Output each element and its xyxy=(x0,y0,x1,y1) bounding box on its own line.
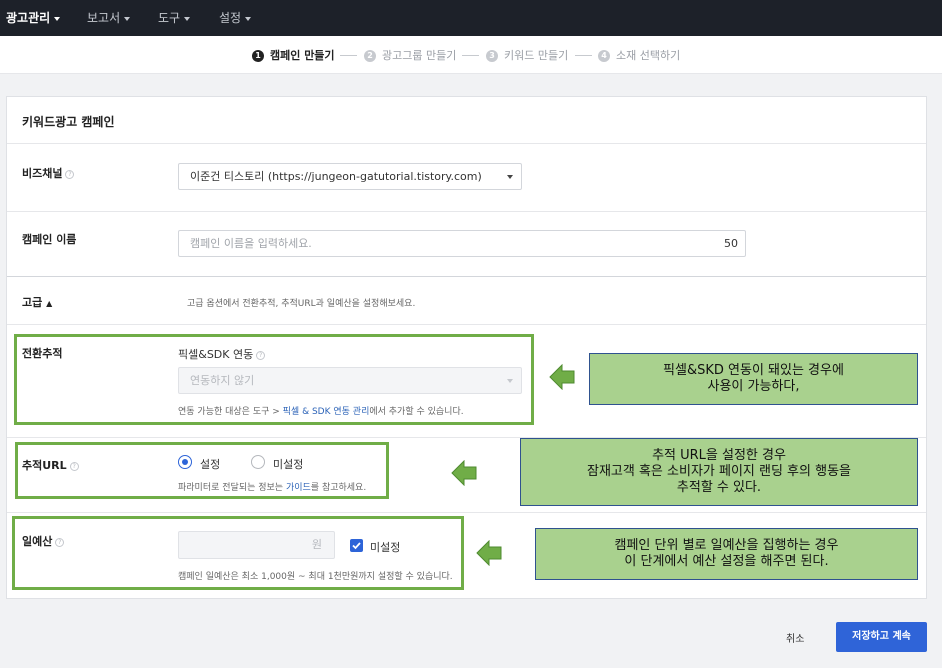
campaign-name-placeholder: 캠페인 이름을 입력하세요. xyxy=(190,237,312,250)
tracking-url-radio-unset-label[interactable]: 미설정 xyxy=(273,456,303,472)
callout-line: 추적 URL을 설정한 경우 xyxy=(652,448,786,463)
campaign-name-label: 캠페인 이름 xyxy=(22,233,77,246)
daily-budget-unset-checkbox[interactable] xyxy=(350,539,363,552)
nav-item-label: 보고서 xyxy=(87,11,121,25)
nav-item-label: 광고관리 xyxy=(6,11,51,25)
hint-text: 에서 추가할 수 있습니다. xyxy=(369,407,464,417)
divider xyxy=(7,276,926,277)
step-number-badge: 4 xyxy=(598,50,610,62)
callout-line: 잠재고객 혹은 소비자가 페이지 랜딩 후의 행동을 xyxy=(587,464,851,479)
step-create-campaign: 1 캠페인 만들기 xyxy=(252,47,335,63)
hint-text: 연동 가능한 대상은 도구 > xyxy=(178,407,283,417)
biz-channel-select[interactable]: 이준건 티스토리 (https://jungeon-gatutorial.tis… xyxy=(178,163,522,190)
arrow-left-icon xyxy=(476,540,502,566)
step-separator xyxy=(462,55,479,56)
daily-budget-hint: 캠페인 일예산은 최소 1,000원 ~ 최대 1천만원까지 설정할 수 있습니… xyxy=(178,572,453,582)
biz-channel-label: 비즈채널? xyxy=(22,165,75,181)
biz-channel-selected-value: 이준건 티스토리 (https://jungeon-gatutorial.tis… xyxy=(190,170,482,183)
nav-item-settings[interactable]: 설정 xyxy=(219,0,252,36)
tracking-url-label: 추적URL? xyxy=(22,457,79,473)
step-create-adgroup: 2 광고그룹 만들기 xyxy=(364,47,456,63)
chevron-down-icon xyxy=(54,16,61,21)
tracking-url-radio-unset[interactable] xyxy=(251,455,265,469)
cancel-button[interactable]: 취소 xyxy=(786,630,804,645)
char-counter: 50 xyxy=(724,237,738,250)
step-number-badge: 1 xyxy=(252,50,264,62)
step-label: 캠페인 만들기 xyxy=(270,49,335,62)
divider xyxy=(7,324,926,325)
campaign-form-card: 키워드광고 캠페인 비즈채널? 이준건 티스토리 (https://jungeo… xyxy=(6,96,927,599)
callout-line: 캠페인 단위 별로 일예산을 집행하는 경우 xyxy=(614,538,839,553)
daily-budget-unset-label[interactable]: 미설정 xyxy=(370,539,400,555)
step-separator xyxy=(575,55,592,56)
step-label: 키워드 만들기 xyxy=(504,49,569,62)
nav-item-label: 도구 xyxy=(158,11,181,25)
chevron-down-icon xyxy=(184,16,191,21)
guide-link[interactable]: 가이드 xyxy=(286,483,311,493)
conversion-tracking-label: 전환추적 xyxy=(22,347,63,360)
chevron-down-icon xyxy=(507,175,513,179)
caret-up-icon: ▲ xyxy=(46,299,53,308)
tracking-url-radio-set[interactable] xyxy=(178,455,192,469)
pixel-sdk-manage-link[interactable]: 픽셀 & SDK 연동 관리 xyxy=(283,407,370,417)
nav-item-reports[interactable]: 보고서 xyxy=(87,0,131,36)
hint-text: 파라미터로 전달되는 정보는 xyxy=(178,483,286,493)
callout-line: 이 단계에서 예산 설정을 해주면 된다. xyxy=(624,554,829,569)
card-title: 키워드광고 캠페인 xyxy=(22,115,115,129)
hint-text: 를 참고하세요. xyxy=(310,483,367,493)
chevron-down-icon xyxy=(507,379,513,383)
advanced-label: 고급 xyxy=(22,296,43,309)
callout-line: 사용이 가능하다, xyxy=(707,379,800,394)
checkmark-icon xyxy=(352,542,361,550)
callout-line: 추적할 수 있다. xyxy=(676,480,762,495)
help-icon[interactable]: ? xyxy=(65,170,75,179)
divider xyxy=(7,143,926,144)
chevron-down-icon xyxy=(245,16,252,21)
callout-tracking-url: 추적 URL을 설정한 경우 잠재고객 혹은 소비자가 페이지 랜딩 후의 행동… xyxy=(520,438,918,506)
pixel-sdk-selected-value: 연동하지 않기 xyxy=(190,374,255,387)
divider xyxy=(7,211,926,212)
nav-item-ad-management[interactable]: 광고관리 xyxy=(6,0,61,36)
help-icon[interactable]: ? xyxy=(55,538,65,547)
tracking-url-label-text: 추적URL xyxy=(22,459,67,472)
help-icon[interactable]: ? xyxy=(69,462,79,471)
advanced-description: 고급 옵션에서 전환추적, 추적URL과 일예산을 설정해보세요. xyxy=(187,299,416,309)
arrow-left-icon xyxy=(451,460,477,486)
help-icon[interactable]: ? xyxy=(256,351,266,360)
divider xyxy=(7,512,926,513)
advanced-toggle[interactable]: 고급 ▲ xyxy=(22,294,52,310)
pixel-sdk-label-text: 픽셀&SDK 연동 xyxy=(178,348,254,361)
conversion-hint: 연동 가능한 대상은 도구 > 픽셀 & SDK 연동 관리에서 추가할 수 있… xyxy=(178,404,464,417)
step-separator xyxy=(340,55,357,56)
tracking-url-radio-set-label[interactable]: 설정 xyxy=(200,456,220,472)
top-nav-bar: 광고관리 보고서 도구 설정 xyxy=(0,0,942,36)
campaign-name-input[interactable]: 캠페인 이름을 입력하세요. 50 xyxy=(178,230,746,257)
pixel-sdk-label: 픽셀&SDK 연동? xyxy=(178,346,266,362)
step-number-badge: 2 xyxy=(364,50,376,62)
pixel-sdk-select[interactable]: 연동하지 않기 xyxy=(178,367,522,394)
biz-channel-label-text: 비즈채널 xyxy=(22,167,63,180)
currency-unit: 원 xyxy=(311,538,322,551)
step-label: 소재 선택하기 xyxy=(616,49,681,62)
daily-budget-label-text: 일예산 xyxy=(22,535,53,548)
nav-item-label: 설정 xyxy=(219,11,242,25)
nav-item-tools[interactable]: 도구 xyxy=(158,0,191,36)
step-create-keywords: 3 키워드 만들기 xyxy=(486,47,568,63)
step-number-badge: 3 xyxy=(486,50,498,62)
daily-budget-input[interactable]: 원 xyxy=(178,531,335,559)
chevron-down-icon xyxy=(124,16,131,21)
save-and-continue-button[interactable]: 저장하고 계속 xyxy=(836,622,927,652)
step-label: 광고그룹 만들기 xyxy=(382,49,457,62)
callout-pixel-sdk: 픽셀&SKD 연동이 돼있는 경우에 사용이 가능하다, xyxy=(589,353,918,405)
tracking-url-hint: 파라미터로 전달되는 정보는 가이드를 참고하세요. xyxy=(178,480,366,493)
arrow-left-icon xyxy=(549,364,575,390)
callout-daily-budget: 캠페인 단위 별로 일예산을 집행하는 경우 이 단계에서 예산 설정을 해주면… xyxy=(535,528,918,580)
callout-line: 픽셀&SKD 연동이 돼있는 경우에 xyxy=(663,363,844,378)
step-progress-bar: 1 캠페인 만들기 2 광고그룹 만들기 3 키워드 만들기 4 소재 선택하기 xyxy=(0,36,942,74)
step-select-creative: 4 소재 선택하기 xyxy=(598,47,680,63)
daily-budget-label: 일예산? xyxy=(22,533,65,549)
